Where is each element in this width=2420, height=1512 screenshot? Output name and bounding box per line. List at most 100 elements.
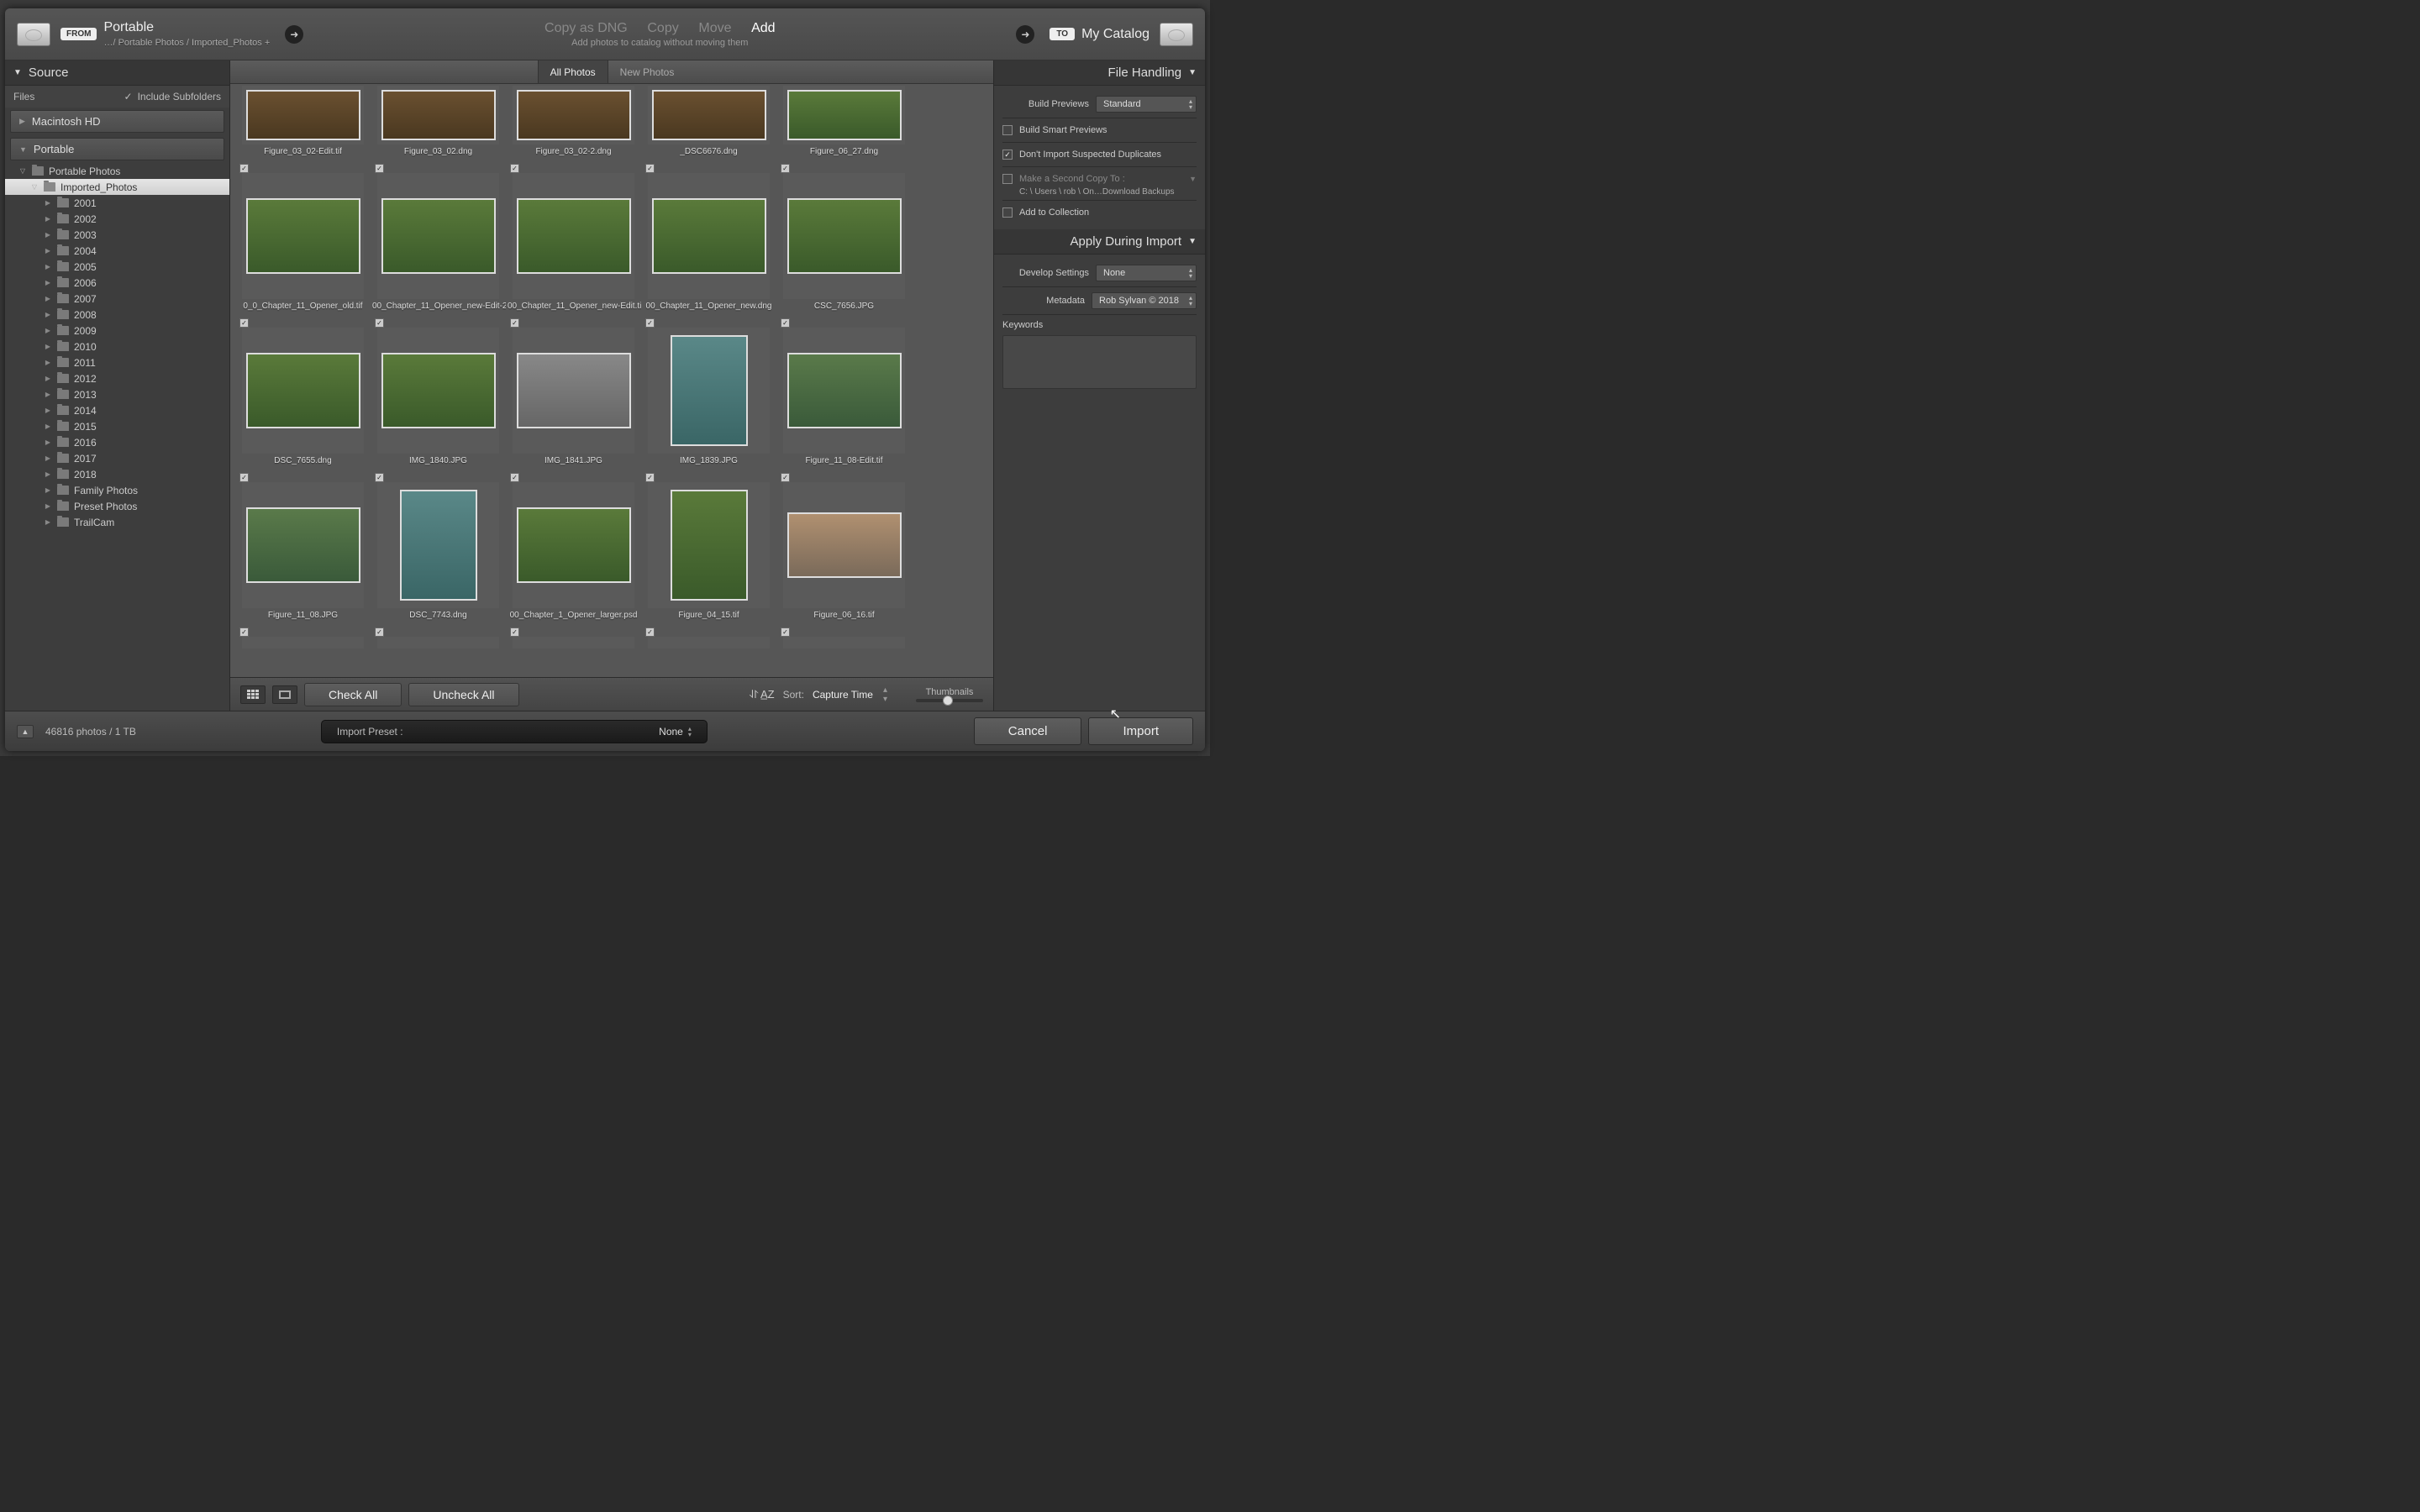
keywords-input[interactable] bbox=[1002, 335, 1197, 389]
thumbnail-image[interactable] bbox=[246, 198, 360, 274]
thumbnail-image[interactable] bbox=[787, 90, 902, 140]
thumbnail-image[interactable] bbox=[517, 90, 631, 140]
triangle-right-icon[interactable]: ▶ bbox=[44, 343, 52, 350]
thumbnail-checkbox[interactable]: ✓ bbox=[510, 318, 519, 328]
triangle-right-icon[interactable]: ▶ bbox=[44, 359, 52, 366]
thumbnail-checkbox[interactable]: ✓ bbox=[239, 164, 249, 173]
triangle-right-icon[interactable]: ▶ bbox=[44, 486, 52, 494]
smart-previews-checkbox[interactable] bbox=[1002, 125, 1013, 135]
folder-row[interactable]: ▶2002 bbox=[5, 211, 229, 227]
thumbnail-checkbox[interactable]: ✓ bbox=[239, 318, 249, 328]
second-copy-path[interactable]: C: \ Users \ rob \ On…Download Backups bbox=[1019, 187, 1197, 197]
thumbnail-cell[interactable]: ✓DSC_7655.dng bbox=[235, 316, 371, 470]
thumbnail-image[interactable] bbox=[246, 353, 360, 428]
thumbnail-image[interactable] bbox=[671, 490, 748, 601]
thumbnail-image[interactable] bbox=[381, 198, 496, 274]
triangle-right-icon[interactable]: ▶ bbox=[44, 263, 52, 270]
drive-macintosh-hd[interactable]: ▶ Macintosh HD bbox=[10, 110, 224, 133]
thumbnail-image[interactable] bbox=[671, 335, 748, 446]
chevron-updown-icon[interactable]: ▴▾ bbox=[883, 685, 887, 704]
thumbnail-frame[interactable] bbox=[513, 637, 634, 648]
dont-import-dupes-checkbox[interactable]: ✓ bbox=[1002, 150, 1013, 160]
thumbnail-checkbox[interactable]: ✓ bbox=[645, 318, 655, 328]
thumbnail-frame[interactable] bbox=[648, 173, 770, 299]
thumbnail-cell[interactable]: ✓0_0_Chapter_11_Opener_old.tif bbox=[235, 161, 371, 316]
thumbnail-image[interactable] bbox=[787, 198, 902, 274]
folder-row[interactable]: ▶2006 bbox=[5, 275, 229, 291]
thumbnail-cell[interactable]: ✓ bbox=[776, 625, 912, 648]
thumbnail-frame[interactable] bbox=[648, 482, 770, 608]
include-subfolders-check[interactable]: ✓ bbox=[124, 91, 133, 102]
thumbnail-cell[interactable]: ✓Figure_11_08.JPG bbox=[235, 470, 371, 625]
thumbnail-cell[interactable]: ✓00_Chapter_11_Opener_new-Edit-2.tif bbox=[371, 161, 506, 316]
thumbnail-cell[interactable]: ✓00_Chapter_11_Opener_new.dng bbox=[641, 161, 776, 316]
mode-copy[interactable]: Copy bbox=[647, 21, 678, 35]
thumbnail-frame[interactable] bbox=[377, 482, 499, 608]
triangle-right-icon[interactable]: ▶ bbox=[44, 407, 52, 414]
thumbnail-cell[interactable]: ✓Figure_11_08-Edit.tif bbox=[776, 316, 912, 470]
metadata-select[interactable]: Rob Sylvan © 2018 ▴▾ bbox=[1092, 292, 1197, 309]
grid-view-button[interactable] bbox=[240, 685, 266, 704]
triangle-right-icon[interactable]: ▶ bbox=[44, 327, 52, 334]
folder-row[interactable]: ▶2011 bbox=[5, 354, 229, 370]
folder-row[interactable]: ▶2015 bbox=[5, 418, 229, 434]
thumbnail-checkbox[interactable]: ✓ bbox=[375, 627, 384, 637]
thumbnail-grid[interactable]: Figure_03_02-Edit.tifFigure_03_02.dngFig… bbox=[230, 84, 993, 677]
thumbnail-cell[interactable]: Figure_03_02-Edit.tif bbox=[235, 86, 371, 161]
triangle-right-icon[interactable]: ▶ bbox=[44, 279, 52, 286]
thumbnail-frame[interactable] bbox=[513, 482, 634, 608]
folder-row[interactable]: ▶Preset Photos bbox=[5, 498, 229, 514]
thumbnail-cell[interactable]: ✓ bbox=[641, 625, 776, 648]
thumbnail-frame[interactable] bbox=[242, 173, 364, 299]
thumbnail-checkbox[interactable]: ✓ bbox=[645, 164, 655, 173]
thumbnail-cell[interactable]: ✓IMG_1840.JPG bbox=[371, 316, 506, 470]
thumbnail-cell[interactable]: ✓IMG_1839.JPG bbox=[641, 316, 776, 470]
folder-row[interactable]: ▶2013 bbox=[5, 386, 229, 402]
drive-portable[interactable]: ▼ Portable bbox=[10, 138, 224, 160]
folder-row[interactable]: ▶2012 bbox=[5, 370, 229, 386]
import-button[interactable]: Import bbox=[1088, 717, 1193, 745]
file-handling-header[interactable]: File Handling ▼ bbox=[994, 60, 1205, 86]
triangle-down-icon[interactable]: ▼ bbox=[1189, 175, 1197, 183]
thumbnail-cell[interactable]: ✓CSC_7656.JPG bbox=[776, 161, 912, 316]
thumbnail-checkbox[interactable]: ✓ bbox=[375, 164, 384, 173]
source-name[interactable]: Portable bbox=[103, 20, 270, 35]
thumbnail-cell[interactable]: ✓Figure_04_15.tif bbox=[641, 470, 776, 625]
folder-row[interactable]: ▶2017 bbox=[5, 450, 229, 466]
mode-copy-dng[interactable]: Copy as DNG bbox=[544, 21, 628, 35]
slider-knob[interactable] bbox=[943, 696, 953, 706]
cancel-button[interactable]: Cancel bbox=[974, 717, 1082, 745]
triangle-down-icon[interactable]: ▽ bbox=[18, 167, 27, 175]
thumbnail-image[interactable] bbox=[400, 490, 477, 601]
thumbnail-image[interactable] bbox=[652, 198, 766, 274]
folder-row[interactable]: ▽Portable Photos bbox=[5, 163, 229, 179]
thumbnail-cell[interactable]: ✓ bbox=[371, 625, 506, 648]
thumbnail-checkbox[interactable]: ✓ bbox=[645, 473, 655, 482]
sort-value[interactable]: Capture Time bbox=[813, 689, 873, 701]
thumbnail-checkbox[interactable]: ✓ bbox=[375, 473, 384, 482]
thumbnail-frame[interactable] bbox=[377, 637, 499, 648]
source-path[interactable]: …/ Portable Photos / Imported_Photos + bbox=[103, 38, 270, 48]
thumbnail-frame[interactable] bbox=[783, 173, 905, 299]
folder-tree[interactable]: ▽Portable Photos▽Imported_Photos▶2001▶20… bbox=[5, 163, 229, 711]
folder-row[interactable]: ▶Family Photos bbox=[5, 482, 229, 498]
build-previews-select[interactable]: Standard ▴▾ bbox=[1096, 96, 1197, 113]
thumbnail-frame[interactable] bbox=[513, 173, 634, 299]
triangle-right-icon[interactable]: ▶ bbox=[44, 199, 52, 207]
triangle-right-icon[interactable]: ▶ bbox=[44, 423, 52, 430]
folder-row[interactable]: ▶TrailCam bbox=[5, 514, 229, 530]
thumbnail-frame[interactable] bbox=[377, 86, 499, 144]
thumbnail-image[interactable] bbox=[787, 353, 902, 428]
thumbnail-image[interactable] bbox=[246, 507, 360, 583]
include-subfolders-label[interactable]: Include Subfolders bbox=[138, 91, 221, 102]
second-copy-checkbox[interactable] bbox=[1002, 174, 1013, 184]
triangle-right-icon[interactable]: ▶ bbox=[44, 375, 52, 382]
thumbnail-cell[interactable]: ✓IMG_1841.JPG bbox=[506, 316, 641, 470]
loupe-view-button[interactable] bbox=[272, 685, 297, 704]
thumbnail-frame[interactable] bbox=[377, 328, 499, 454]
triangle-down-icon[interactable]: ▽ bbox=[30, 183, 39, 191]
thumbnail-frame[interactable] bbox=[648, 86, 770, 144]
triangle-right-icon[interactable]: ▶ bbox=[44, 470, 52, 478]
triangle-right-icon[interactable]: ▶ bbox=[44, 518, 52, 526]
thumbnail-image[interactable] bbox=[381, 353, 496, 428]
